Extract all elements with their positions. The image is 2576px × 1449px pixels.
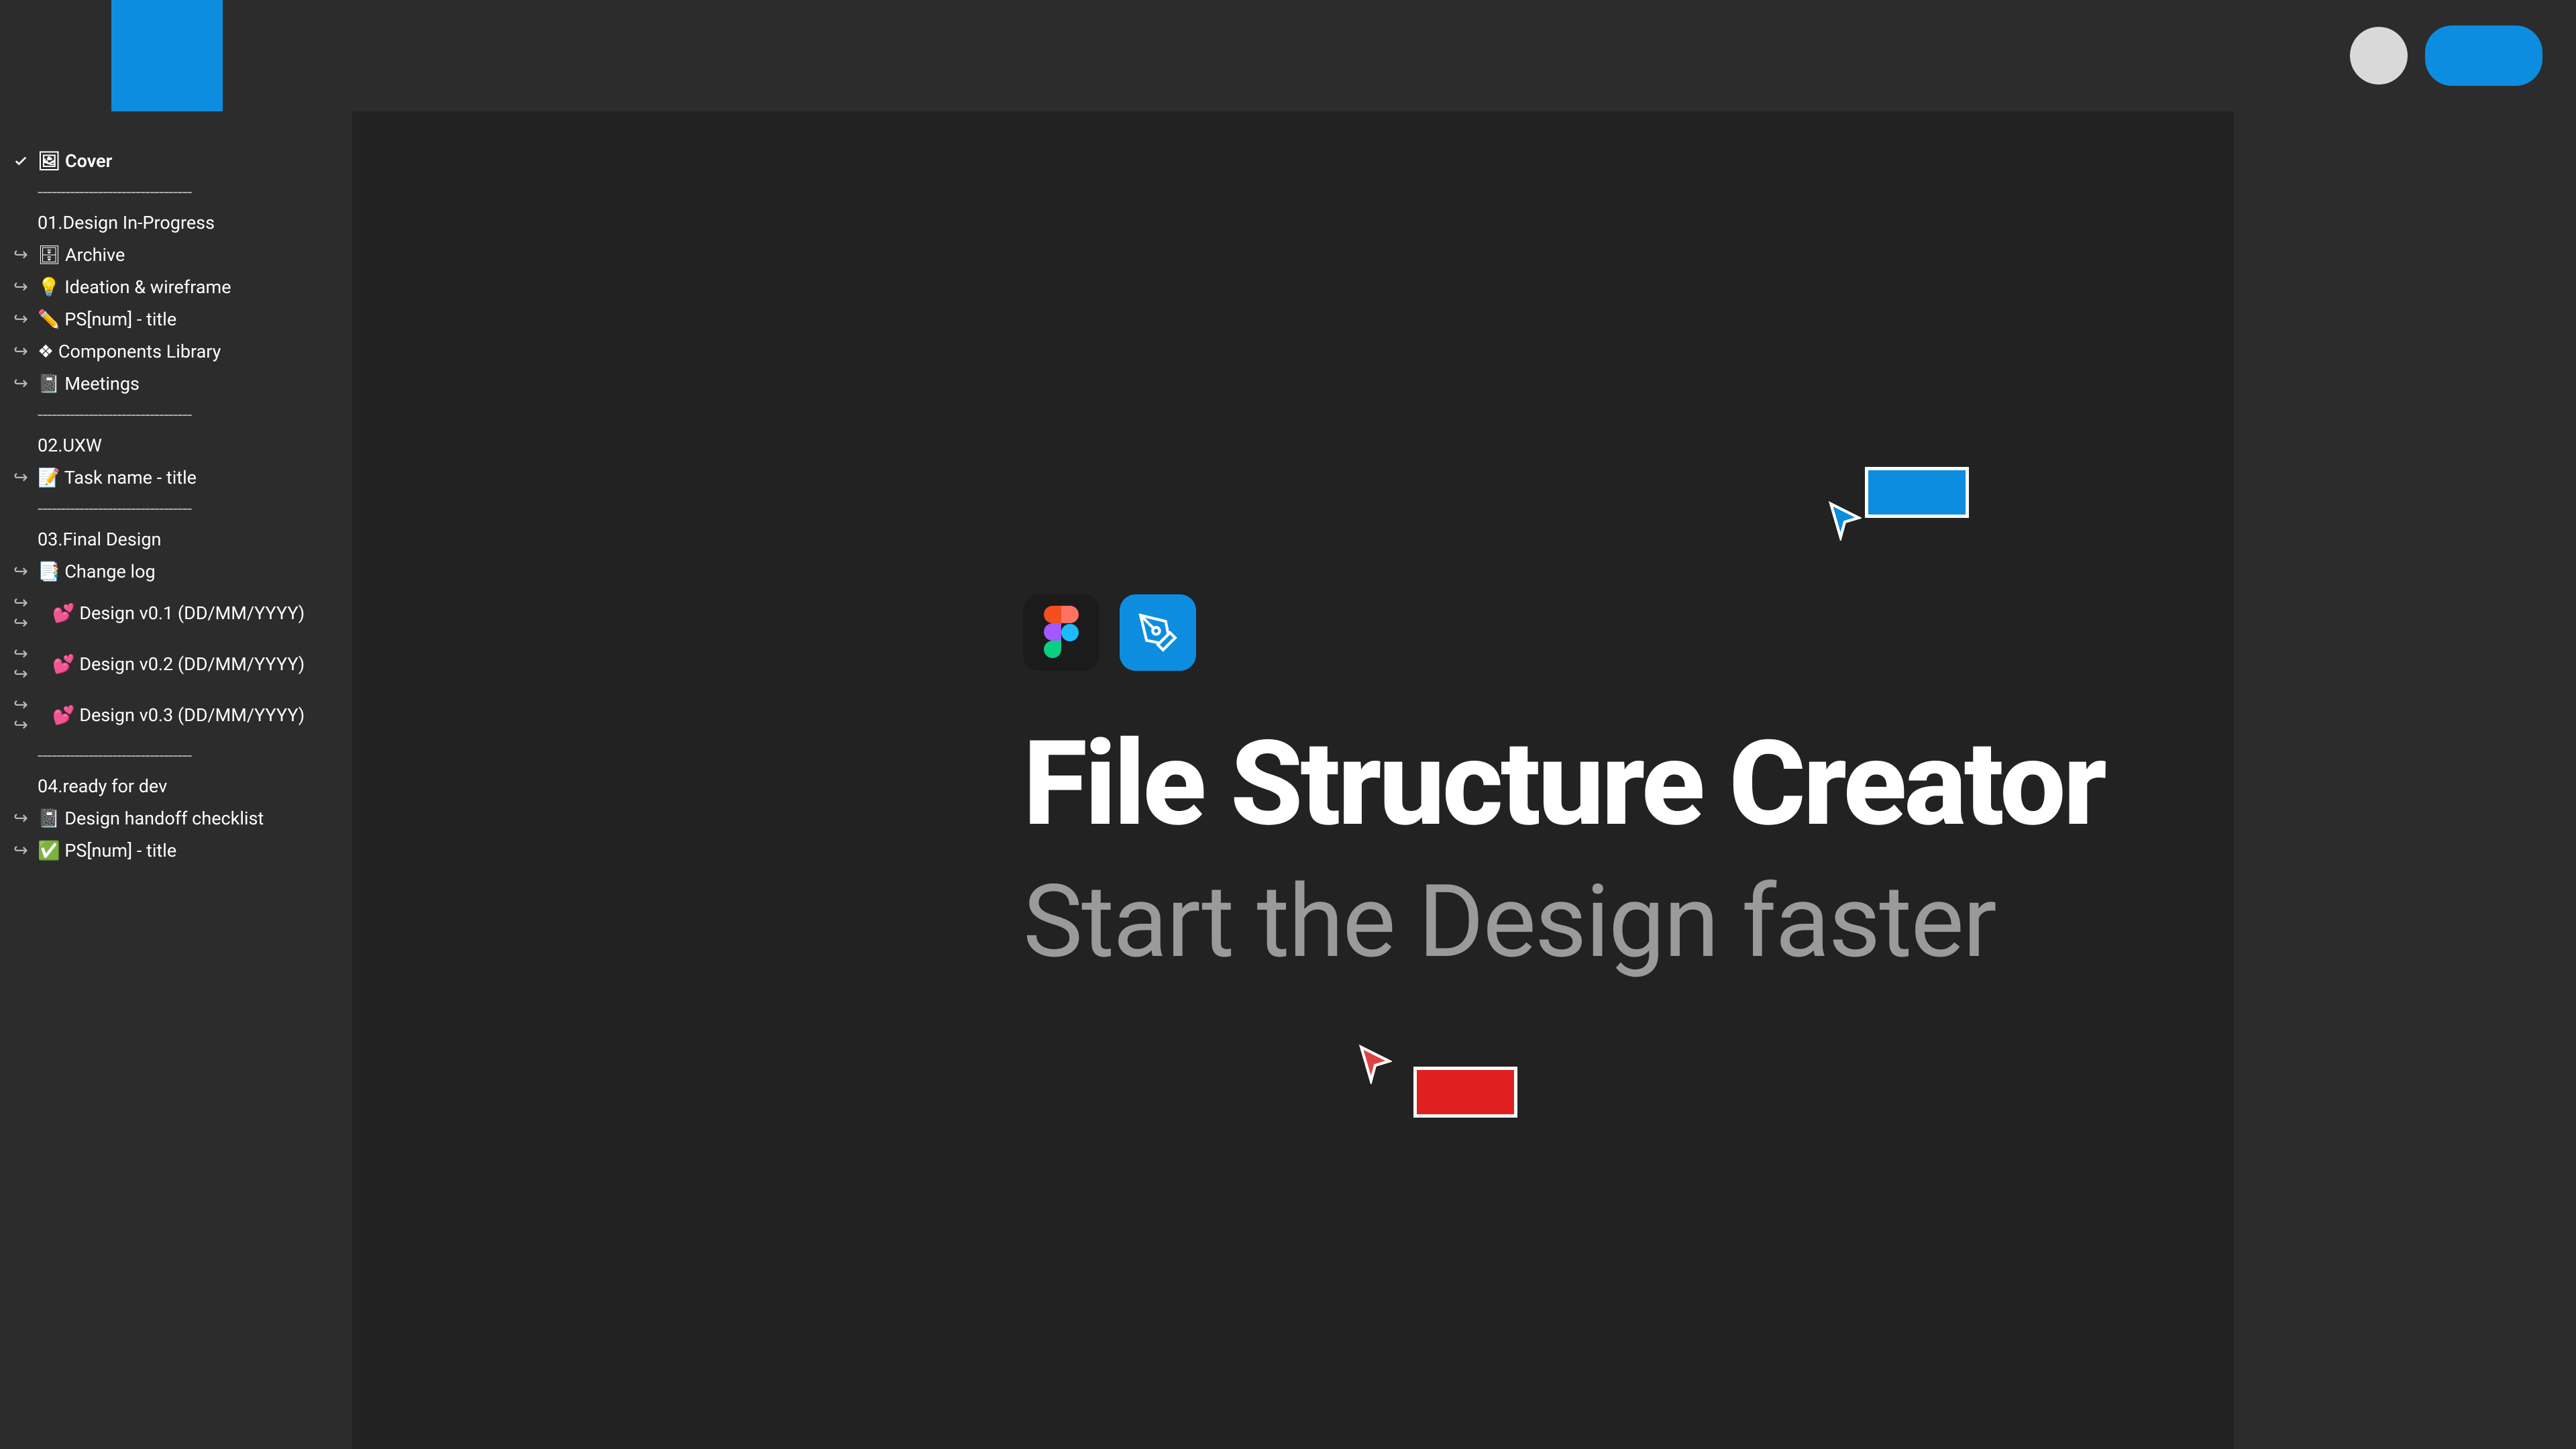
nested-arrow-icon: ↪ xyxy=(13,245,28,265)
nested-arrow-icon: ↪ xyxy=(13,341,28,362)
section-heading-01[interactable]: 01.Design In-Progress xyxy=(38,207,339,239)
pages-panel: 🖼 Cover --------------------------------… xyxy=(0,111,352,1449)
page-label: 🖼 Cover xyxy=(38,150,112,172)
nested-arrow-icon: ↪ ↪ xyxy=(13,644,43,684)
page-label: 📓 Design handoff checklist xyxy=(38,808,264,829)
page-design-v02[interactable]: ↪ ↪ 💕 Design v0.2 (DD/MM/YYYY) xyxy=(13,639,339,690)
nested-arrow-icon: ↪ xyxy=(13,808,28,828)
page-archive[interactable]: ↪ 🗄 Archive xyxy=(13,239,339,271)
page-label: 🗄 Archive xyxy=(38,244,125,266)
collaborator-label-blue xyxy=(1865,467,1969,518)
page-meetings[interactable]: ↪ 📓 Meetings xyxy=(13,368,339,400)
page-label: 💕 Design v0.3 (DD/MM/YYYY) xyxy=(52,704,305,726)
page-label: 📓 Meetings xyxy=(38,373,140,394)
nested-arrow-icon: ↪ xyxy=(13,309,28,329)
collaborator-cursor-blue xyxy=(1828,500,1862,543)
page-cover[interactable]: 🖼 Cover xyxy=(13,145,339,177)
app-root: 🖼 Cover --------------------------------… xyxy=(0,0,2576,1449)
section-heading-04[interactable]: 04.ready for dev xyxy=(38,770,339,802)
topbar xyxy=(0,0,2576,111)
page-changelog[interactable]: ↪ 📑 Change log xyxy=(13,555,339,588)
divider-row: --------------------------------- xyxy=(38,741,339,770)
page-label: ✏️ PS[num] - title xyxy=(38,309,176,330)
main: 🖼 Cover --------------------------------… xyxy=(0,111,2576,1449)
divider-row: --------------------------------- xyxy=(38,494,339,523)
figma-icon xyxy=(1023,594,1099,671)
collaborator-label-red xyxy=(1413,1067,1517,1118)
page-design-v01[interactable]: ↪ ↪ 💕 Design v0.1 (DD/MM/YYYY) xyxy=(13,588,339,639)
page-label: ❖ Components Library xyxy=(38,341,221,362)
hero-title: File Structure Creator xyxy=(1023,715,2104,853)
pen-tool-icon xyxy=(1120,594,1196,671)
right-panel xyxy=(2234,111,2576,1449)
nested-arrow-icon: ↪ ↪ xyxy=(13,695,43,735)
topbar-right xyxy=(2350,25,2542,86)
page-taskname[interactable]: ↪ 📝 Task name - title xyxy=(13,462,339,494)
topbar-left xyxy=(0,0,223,111)
share-button[interactable] xyxy=(2425,25,2542,86)
page-label: 💡 Ideation & wireframe xyxy=(38,276,231,298)
page-label: 📑 Change log xyxy=(38,561,156,582)
section-heading-02[interactable]: 02.UXW xyxy=(38,429,339,462)
canvas[interactable]: File Structure Creator Start the Design … xyxy=(352,111,2234,1449)
check-icon xyxy=(13,154,28,168)
collaborator-cursor-red xyxy=(1358,1044,1392,1087)
page-label: 💕 Design v0.1 (DD/MM/YYYY) xyxy=(52,602,305,624)
divider-row: --------------------------------- xyxy=(38,400,339,429)
page-handoff-checklist[interactable]: ↪ 📓 Design handoff checklist xyxy=(13,802,339,835)
page-label: 💕 Design v0.2 (DD/MM/YYYY) xyxy=(52,653,305,675)
nested-arrow-icon: ↪ xyxy=(13,374,28,394)
nested-arrow-icon: ↪ xyxy=(13,277,28,297)
page-label: ✅ PS[num] - title xyxy=(38,840,176,861)
section-heading-03[interactable]: 03.Final Design xyxy=(38,523,339,555)
page-psnum[interactable]: ↪ ✏️ PS[num] - title xyxy=(13,303,339,335)
page-psnum-ready[interactable]: ↪ ✅ PS[num] - title xyxy=(13,835,339,867)
logo-square[interactable] xyxy=(111,0,223,111)
nested-arrow-icon: ↪ xyxy=(13,468,28,488)
page-label: 📝 Task name - title xyxy=(38,467,197,488)
page-ideation[interactable]: ↪ 💡 Ideation & wireframe xyxy=(13,271,339,303)
hero-subtitle: Start the Design faster xyxy=(1023,863,1996,981)
nested-arrow-icon: ↪ xyxy=(13,841,28,861)
nested-arrow-icon: ↪ ↪ xyxy=(13,593,43,633)
page-components[interactable]: ↪ ❖ Components Library xyxy=(13,335,339,368)
divider-row: --------------------------------- xyxy=(38,177,339,207)
nested-arrow-icon: ↪ xyxy=(13,561,28,582)
page-design-v03[interactable]: ↪ ↪ 💕 Design v0.3 (DD/MM/YYYY) xyxy=(13,690,339,741)
avatar[interactable] xyxy=(2350,27,2408,85)
